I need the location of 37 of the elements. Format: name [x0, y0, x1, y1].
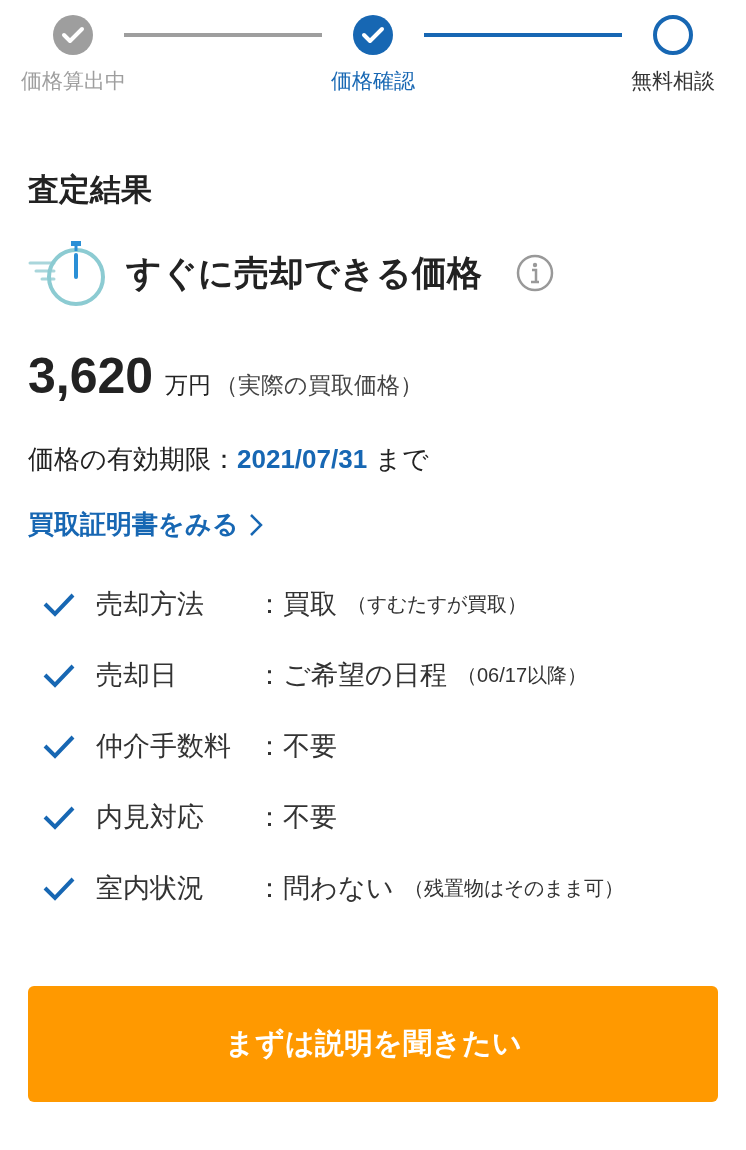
condition-label: 内見対応	[96, 800, 205, 834]
condition-separator: ：	[256, 729, 283, 763]
condition-separator: ：	[256, 658, 283, 692]
check-icon	[42, 591, 76, 617]
condition-separator: ：	[256, 871, 283, 905]
price-unit: 万円	[165, 371, 212, 400]
price-type-title: すぐに売却できる価格	[126, 251, 482, 294]
chevron-right-icon	[249, 512, 263, 537]
condition-separator: ：	[256, 587, 283, 621]
price-note: （実際の買取価格）	[215, 371, 424, 400]
expiry-suffix: まで	[375, 443, 430, 476]
expiry-label: 価格の有効期限：	[28, 443, 237, 476]
step-label: 価格確認	[331, 68, 415, 94]
condition-separator: ：	[256, 800, 283, 834]
check-icon	[42, 804, 76, 830]
price-amount: 3,620	[28, 347, 154, 406]
expiry-date: 2021/07/31	[237, 443, 368, 476]
step-label: 価格算出中	[20, 68, 126, 94]
condition-value: 不要	[283, 800, 337, 834]
check-icon	[42, 875, 76, 901]
condition-value: 問わない	[283, 871, 394, 905]
result-heading: 査定結果	[28, 170, 153, 209]
condition-value: 買取	[283, 587, 337, 621]
condition-value: 不要	[283, 729, 337, 763]
check-icon	[42, 662, 76, 688]
condition-label: 室内状況	[96, 871, 205, 905]
step-label: 無料相談	[631, 68, 715, 94]
condition-note: （すむたすが買取）	[347, 592, 527, 617]
condition-label: 売却方法	[96, 587, 205, 621]
condition-value: ご希望の日程	[283, 658, 447, 692]
condition-label: 仲介手数料	[96, 729, 232, 763]
info-icon[interactable]	[516, 254, 554, 292]
condition-label: 売却日	[96, 658, 178, 692]
check-icon	[42, 733, 76, 759]
certificate-link[interactable]: 買取証明書をみる	[28, 505, 263, 544]
condition-note: （06/17以降）	[457, 663, 588, 688]
condition-note: （残置物はそのまま可）	[404, 876, 624, 901]
